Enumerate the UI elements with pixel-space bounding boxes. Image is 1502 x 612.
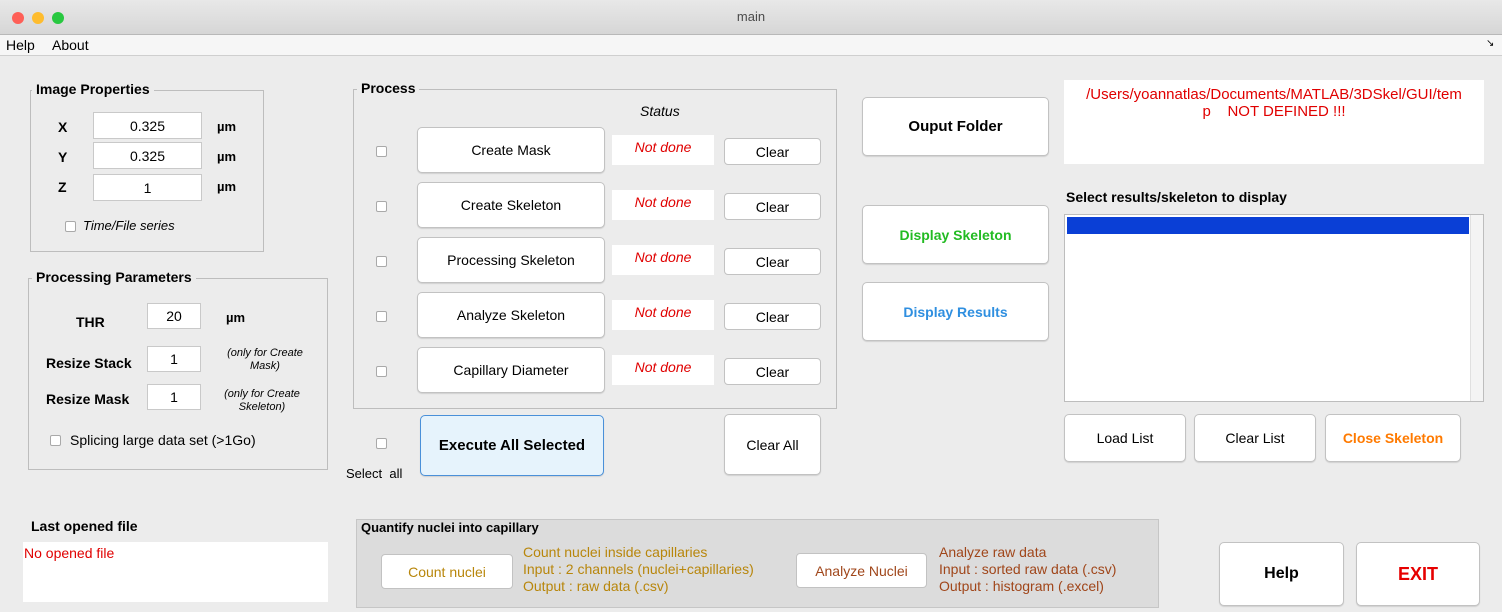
count-desc-line: Output : raw data (.csv) xyxy=(523,578,669,594)
step-status: Not done xyxy=(612,190,714,220)
step-checkbox[interactable] xyxy=(376,146,387,157)
resize-mask-note: (only for Create Skeleton) xyxy=(224,388,300,413)
step-button[interactable]: Create Mask xyxy=(417,127,605,173)
results-list-title: Select results/skeleton to display xyxy=(1066,189,1287,205)
execute-all-selected-button[interactable]: Execute All Selected xyxy=(420,415,604,476)
help-button[interactable]: Help xyxy=(1219,542,1344,606)
resize-mask-input[interactable]: 1 xyxy=(147,384,201,410)
processing-parameters-title: Processing Parameters xyxy=(32,269,196,285)
resize-stack-note: (only for Create Mask) xyxy=(227,347,303,372)
output-folder-button[interactable]: Ouput Folder xyxy=(862,97,1049,156)
analyze-nuclei-description: Analyze raw data Input : sorted raw data… xyxy=(939,544,1116,595)
y-input[interactable]: 0.325 xyxy=(93,142,202,169)
step-clear-button[interactable]: Clear xyxy=(724,358,821,385)
count-nuclei-button[interactable]: Count nuclei xyxy=(381,554,513,589)
results-listbox[interactable] xyxy=(1064,214,1484,402)
thr-label: THR xyxy=(76,314,105,330)
step-button[interactable]: Analyze Skeleton xyxy=(417,292,605,338)
step-checkbox[interactable] xyxy=(376,201,387,212)
title-bar: main xyxy=(0,0,1502,35)
analyze-desc-line: Analyze raw data xyxy=(939,544,1047,560)
analyze-desc-line: Output : histogram (.excel) xyxy=(939,578,1104,594)
resize-stack-input[interactable]: 1 xyxy=(147,346,201,372)
step-checkbox[interactable] xyxy=(376,311,387,322)
step-clear-button[interactable]: Clear xyxy=(724,193,821,220)
step-checkbox[interactable] xyxy=(376,256,387,267)
corner-arrow-icon[interactable]: ↘ xyxy=(1486,38,1494,49)
thr-input[interactable]: 20 xyxy=(147,303,201,329)
thr-unit: µm xyxy=(226,310,246,325)
output-path-line2: p NOT DEFINED !!! xyxy=(1202,103,1346,120)
z-unit: µm xyxy=(217,179,237,194)
step-checkbox[interactable] xyxy=(376,366,387,377)
last-file-box: No opened file xyxy=(23,542,328,602)
select-all-label: Select all xyxy=(346,466,403,481)
load-list-button[interactable]: Load List xyxy=(1064,414,1186,462)
splicing-label: Splicing large data set (>1Go) xyxy=(70,432,256,448)
count-desc-line: Input : 2 channels (nuclei+capillaries) xyxy=(523,561,754,577)
resize-stack-label: Resize Stack xyxy=(46,355,132,371)
output-path-box: /Users/yoannatlas/Documents/MATLAB/3DSke… xyxy=(1064,80,1484,164)
process-title: Process xyxy=(357,80,420,96)
step-clear-button[interactable]: Clear xyxy=(724,303,821,330)
clear-all-button[interactable]: Clear All xyxy=(724,414,821,475)
step-status: Not done xyxy=(612,245,714,275)
z-label: Z xyxy=(58,179,67,195)
display-results-button[interactable]: Display Results xyxy=(862,282,1049,341)
step-status: Not done xyxy=(612,300,714,330)
quantify-title: Quantify nuclei into capillary xyxy=(361,520,539,535)
step-clear-button[interactable]: Clear xyxy=(724,138,821,165)
step-button[interactable]: Capillary Diameter xyxy=(417,347,605,393)
splicing-checkbox[interactable] xyxy=(50,435,61,446)
count-nuclei-description: Count nuclei inside capillaries Input : … xyxy=(523,544,754,595)
analyze-nuclei-button[interactable]: Analyze Nuclei xyxy=(796,553,927,588)
x-input[interactable]: 0.325 xyxy=(93,112,202,139)
status-header: Status xyxy=(640,103,680,119)
step-status: Not done xyxy=(612,135,714,165)
step-clear-button[interactable]: Clear xyxy=(724,248,821,275)
resize-mask-label: Resize Mask xyxy=(46,391,130,407)
clear-list-button[interactable]: Clear List xyxy=(1194,414,1316,462)
menu-help[interactable]: Help xyxy=(6,37,35,53)
list-scrollbar[interactable] xyxy=(1470,215,1483,401)
menu-bar: Help About ↘ xyxy=(0,35,1502,56)
y-label: Y xyxy=(58,149,68,165)
time-series-label: Time/File series xyxy=(83,218,175,233)
select-all-checkbox[interactable] xyxy=(376,438,387,449)
close-skeleton-button[interactable]: Close Skeleton xyxy=(1325,414,1461,462)
time-series-checkbox[interactable] xyxy=(65,221,76,232)
z-input[interactable]: 1 xyxy=(93,174,202,201)
last-file-title: Last opened file xyxy=(31,518,138,534)
x-unit: µm xyxy=(217,119,237,134)
display-skeleton-button[interactable]: Display Skeleton xyxy=(862,205,1049,264)
exit-button[interactable]: EXIT xyxy=(1356,542,1480,606)
step-status: Not done xyxy=(612,355,714,385)
menu-about[interactable]: About xyxy=(52,37,89,53)
list-selected-row[interactable] xyxy=(1067,217,1469,234)
last-file-value: No opened file xyxy=(24,545,115,561)
analyze-desc-line: Input : sorted raw data (.csv) xyxy=(939,561,1117,577)
count-desc-line: Count nuclei inside capillaries xyxy=(523,544,708,560)
x-label: X xyxy=(58,119,68,135)
y-unit: µm xyxy=(217,149,237,164)
output-path-line1: /Users/yoannatlas/Documents/MATLAB/3DSke… xyxy=(1086,86,1462,103)
step-button[interactable]: Create Skeleton xyxy=(417,182,605,228)
step-button[interactable]: Processing Skeleton xyxy=(417,237,605,283)
window-title: main xyxy=(736,9,766,24)
image-properties-title: Image Properties xyxy=(32,81,154,97)
